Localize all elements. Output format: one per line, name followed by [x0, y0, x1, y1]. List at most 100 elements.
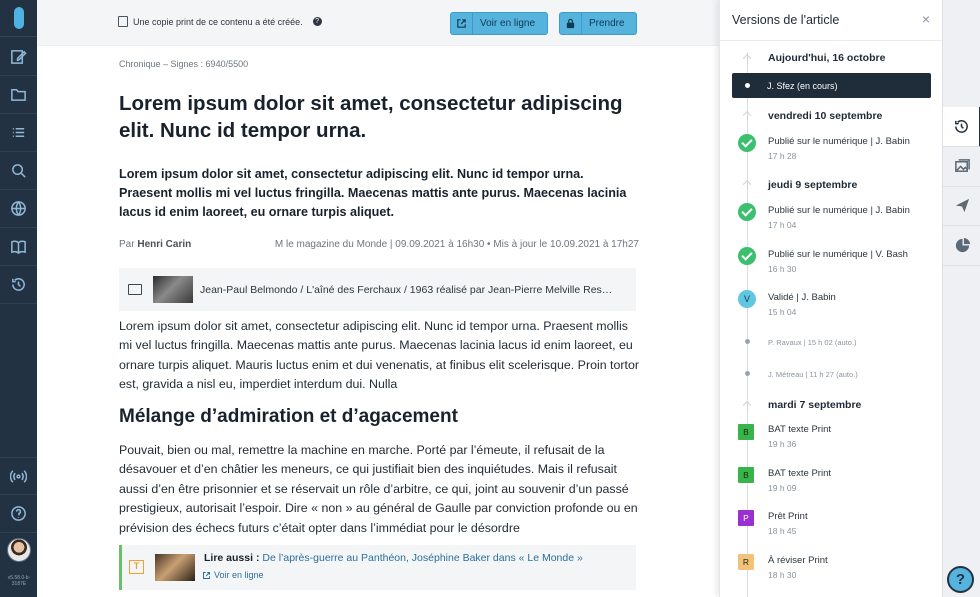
- globe-icon[interactable]: [0, 190, 37, 228]
- app-version: v5.58.0-b-3187E: [7, 575, 31, 587]
- current-dot: [745, 83, 750, 88]
- byline-prefix: Par: [119, 239, 135, 250]
- print-copy-text: Une copie print de ce contenu a été créé…: [133, 16, 303, 27]
- avatar[interactable]: [7, 538, 31, 562]
- day-header: mardi 7 septembre: [768, 399, 862, 411]
- read-also-online-label: Voir en ligne: [214, 570, 264, 580]
- version-entry[interactable]: Publié sur le numérique | J. Babin 17 h …: [768, 136, 910, 161]
- panel-title: Versions de l'article: [732, 13, 840, 27]
- check-icon: [738, 203, 756, 221]
- media-block[interactable]: Jean-Paul Belmondo / L'aîné des Ferchaux…: [119, 268, 636, 311]
- text-type-icon: T: [129, 560, 144, 574]
- bat-badge: B: [738, 424, 754, 440]
- version-label: BAT texte Print: [768, 468, 832, 479]
- article-toolbar: Une copie print de ce contenu a été créé…: [37, 0, 719, 46]
- app-logo[interactable]: [0, 0, 37, 37]
- arrow-up-icon: [742, 110, 753, 121]
- auto-save-entry[interactable]: J. Métreau | 11 h 27 (auto.): [768, 370, 858, 379]
- version-time: 19 h 36: [768, 439, 797, 449]
- images-icon: [954, 159, 970, 172]
- arrow-up-icon: [742, 179, 753, 190]
- tab-versions[interactable]: [943, 107, 980, 147]
- version-time: 17 h 28: [768, 151, 797, 161]
- version-time: 19 h 09: [768, 483, 797, 493]
- tab-images[interactable]: [943, 147, 980, 187]
- version-label: BAT texte Print: [768, 424, 832, 435]
- version-time: 18 h 30: [768, 570, 797, 580]
- left-nav-rail: v5.58.0-b-3187E: [0, 0, 37, 597]
- version-label: Prêt Print: [768, 511, 808, 522]
- lock-icon: [560, 13, 582, 34]
- take-label: Prendre: [589, 18, 625, 29]
- print-copy-notice: Une copie print de ce contenu a été créé…: [118, 16, 322, 27]
- book-icon[interactable]: [0, 228, 37, 266]
- version-label: Publié sur le numérique | V. Bash: [768, 249, 908, 260]
- folder-icon[interactable]: [0, 76, 37, 114]
- broadcast-icon[interactable]: [0, 457, 37, 495]
- history-icon: [954, 120, 968, 133]
- divider: [720, 40, 943, 41]
- external-link-icon: [203, 571, 210, 579]
- version-entry[interactable]: Validé | J. Babin 15 h 04: [768, 292, 836, 317]
- article-lead[interactable]: Lorem ipsum dolor sit amet, consectetur …: [119, 165, 639, 222]
- pie-chart-icon: [955, 237, 970, 253]
- day-header: Aujourd'hui, 16 octobre: [768, 52, 886, 64]
- publication-info: M le magazine du Monde | 09.09.2021 à 16…: [274, 239, 639, 250]
- edit-icon[interactable]: [0, 38, 37, 76]
- info-icon[interactable]: ?: [312, 17, 322, 26]
- day-header: jeudi 9 septembre: [768, 179, 858, 191]
- paragraph[interactable]: Lorem ipsum dolor sit amet, consectetur …: [119, 317, 639, 395]
- current-version-label: J. Sfez (en cours): [767, 80, 838, 91]
- version-entry[interactable]: BAT texte Print 19 h 09: [768, 468, 831, 493]
- history-icon[interactable]: [0, 266, 37, 304]
- auto-save-entry[interactable]: P. Ravaux | 15 h 02 (auto.): [768, 338, 857, 347]
- read-also-title[interactable]: Lire aussi : De l’après-guerre au Panthé…: [204, 552, 583, 564]
- version-time: 15 h 04: [768, 307, 797, 317]
- tab-send[interactable]: [943, 186, 980, 226]
- auto-save-dot: [745, 339, 750, 344]
- version-entry[interactable]: Prêt Print 18 h 45: [768, 511, 808, 536]
- day-header: vendredi 10 septembre: [768, 110, 883, 122]
- read-also-label: Lire aussi :: [204, 552, 260, 564]
- version-entry[interactable]: BAT texte Print 19 h 36: [768, 424, 831, 449]
- right-tab-bar: [942, 0, 980, 597]
- help-icon[interactable]: [0, 495, 37, 533]
- list-icon[interactable]: [0, 114, 37, 152]
- version-label: Validé | J. Babin: [768, 292, 836, 303]
- check-icon: [738, 247, 756, 265]
- help-button[interactable]: ?: [947, 566, 974, 593]
- search-icon[interactable]: [0, 152, 37, 190]
- read-also-link[interactable]: De l’après-guerre au Panthéon, Joséphine…: [262, 552, 582, 564]
- version-label: Publié sur le numérique | J. Babin: [768, 136, 910, 147]
- author-name[interactable]: Henri Carin: [137, 239, 191, 250]
- current-version[interactable]: J. Sfez (en cours): [732, 73, 931, 98]
- close-icon[interactable]: ×: [922, 11, 930, 27]
- read-also-view-online[interactable]: Voir en ligne: [202, 570, 264, 580]
- send-icon: [955, 198, 969, 213]
- external-link-icon: [451, 13, 473, 34]
- check-icon: [738, 134, 756, 152]
- paragraph[interactable]: Pouvait, bien ou mal, remettre la machin…: [119, 441, 639, 538]
- review-badge: R: [738, 554, 754, 570]
- ready-badge: P: [738, 510, 754, 526]
- media-caption: Jean-Paul Belmondo / L'aîné des Ferchaux…: [200, 283, 613, 296]
- read-also-block[interactable]: T Lire aussi : De l’après-guerre au Pant…: [119, 545, 636, 590]
- version-entry[interactable]: Publié sur le numérique | V. Bash 16 h 3…: [768, 249, 908, 274]
- article-kicker: Chronique – Signes : 6940/5500: [119, 59, 249, 69]
- versions-panel: Versions de l'article × Aujourd'hui, 16 …: [719, 0, 943, 597]
- read-also-thumbnail: [155, 554, 195, 581]
- bat-badge: B: [738, 467, 754, 483]
- arrow-up-icon: [742, 400, 753, 411]
- validated-badge: V: [738, 290, 756, 308]
- article-title[interactable]: Lorem ipsum dolor sit amet, consectetur …: [119, 90, 639, 144]
- take-button[interactable]: Prendre: [559, 12, 637, 35]
- version-label: À réviser Print: [768, 555, 828, 566]
- view-online-label: Voir en ligne: [480, 18, 536, 29]
- view-online-button[interactable]: Voir en ligne: [450, 12, 548, 35]
- subheading[interactable]: Mélange d’admiration et d’agacement: [119, 406, 458, 428]
- image-icon: [128, 284, 142, 295]
- tab-stats[interactable]: [943, 226, 980, 266]
- arrow-up-icon: [742, 53, 753, 64]
- version-entry[interactable]: Publié sur le numérique | J. Babin 17 h …: [768, 205, 910, 230]
- version-entry[interactable]: À réviser Print 18 h 30: [768, 555, 828, 580]
